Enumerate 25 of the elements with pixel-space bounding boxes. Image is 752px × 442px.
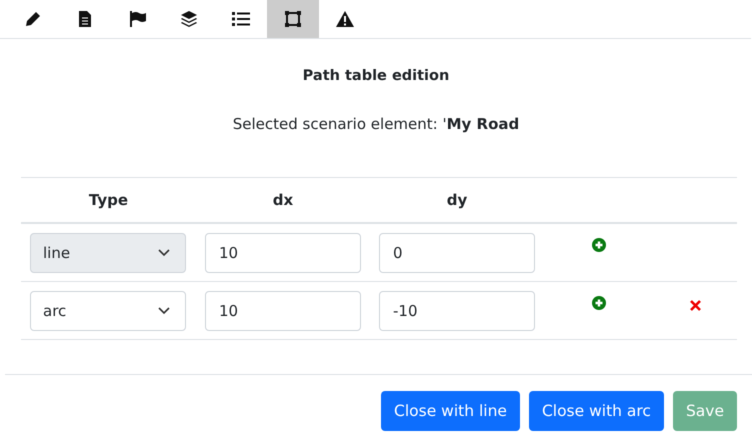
dx-input[interactable]: 10 [205, 290, 361, 330]
add-icon[interactable] [592, 296, 606, 310]
bounding-box-icon [285, 11, 301, 27]
document-icon [79, 11, 91, 27]
column-header: dy [446, 191, 468, 209]
layers-icon [181, 11, 197, 27]
selected-element-text: Selected scenario element: 'My Road [232, 115, 520, 133]
close-button[interactable]: Close with line [381, 391, 520, 431]
dx-input[interactable]: 10 [205, 232, 361, 272]
add-icon[interactable] [592, 238, 606, 252]
panel-title: Path table edition [302, 68, 450, 84]
flag-icon [128, 11, 146, 27]
warning-icon [336, 11, 354, 27]
column-header: Type [88, 191, 128, 209]
close-button[interactable]: Close with arc [528, 391, 664, 431]
column-header: dx [272, 191, 294, 209]
delete-icon[interactable] [690, 300, 701, 310]
type-dropdown[interactable]: arc [30, 290, 186, 330]
toolbar-tab[interactable] [267, 0, 319, 38]
chevron-down-icon [158, 248, 170, 256]
dy-input[interactable]: -10 [379, 290, 535, 330]
list-icon [232, 12, 250, 26]
pencil-icon [25, 11, 41, 27]
chevron-down-icon [158, 306, 170, 314]
dy-input[interactable]: 0 [379, 232, 535, 272]
